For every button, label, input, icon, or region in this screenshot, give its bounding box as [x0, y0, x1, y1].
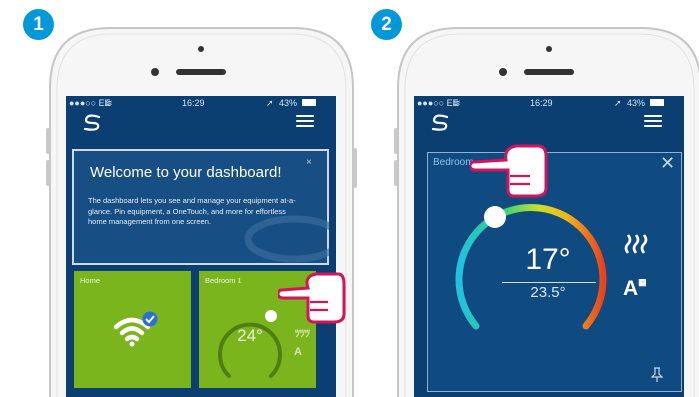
tile-bedroom-label: Bedroom 1	[205, 276, 242, 285]
auto-schedule-icon[interactable]: A▦	[623, 277, 647, 301]
app-logo-icon[interactable]	[82, 114, 104, 132]
welcome-body: The dashboard lets you see and manage yo…	[88, 196, 296, 226]
wifi-icon	[113, 311, 158, 347]
welcome-card: Welcome to your dashboard! × The dashboa…	[72, 149, 329, 265]
battery-label-2: 43%	[627, 98, 646, 108]
status-bar-2: ●●●○○ EE ≋ 16:29 ➚ 43%	[414, 96, 684, 110]
set-temperature: 17°	[525, 243, 571, 276]
current-temperature: 23.5°	[530, 284, 566, 301]
temperature-divider	[502, 282, 596, 283]
welcome-close-button[interactable]: ×	[306, 157, 312, 168]
battery-icon	[302, 99, 316, 106]
location-icon: ➚	[266, 98, 274, 108]
tile-home-label: Home	[80, 276, 101, 285]
heating-icon[interactable]	[624, 233, 650, 255]
clock-label-2: 16:29	[530, 98, 553, 108]
pin-icon[interactable]	[651, 367, 663, 383]
clock-label: 16:29	[182, 98, 205, 108]
pointing-hand-icon-2	[470, 144, 548, 198]
auto-schedule-icon-small: A	[294, 346, 302, 358]
battery-icon-2	[650, 99, 664, 106]
location-icon-2: ➚	[614, 98, 622, 108]
hamburger-menu-icon-2[interactable]	[644, 115, 662, 127]
wifi-status-icon-2: ≋	[453, 98, 461, 108]
welcome-title: Welcome to your dashboard!	[90, 164, 282, 181]
app-logo-icon-2[interactable]	[430, 114, 452, 132]
room-label: Bedroom	[433, 157, 474, 168]
room-detail-panel: Bedroom ✕ 17° 23.5° A▦	[427, 152, 682, 392]
battery-label: 43%	[279, 98, 298, 108]
pointing-hand-icon	[278, 272, 346, 324]
hamburger-menu-icon[interactable]	[296, 115, 314, 127]
dial-handle[interactable]	[484, 206, 506, 228]
tile-bedroom-temperature: 24°	[237, 326, 263, 345]
dashboard-screen: ●●●○○ EE ≋ 16:29 ➚ 43% Welcome to your d…	[66, 96, 336, 397]
status-bar: ●●●○○ EE ≋ 16:29 ➚ 43%	[66, 96, 336, 110]
room-close-button[interactable]: ✕	[660, 153, 675, 174]
wifi-status-icon: ≋	[105, 98, 113, 108]
tile-home[interactable]: Home	[74, 271, 191, 388]
